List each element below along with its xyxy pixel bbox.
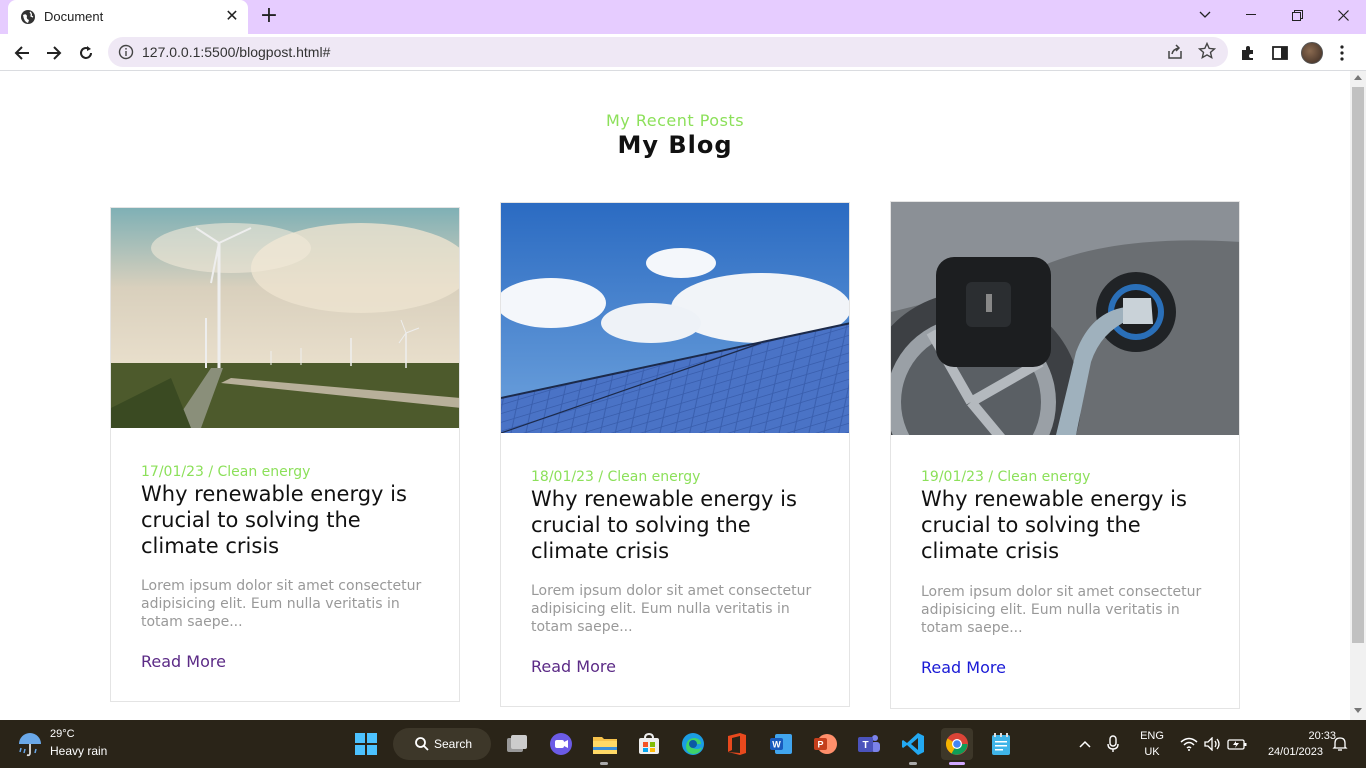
- active-app-indicator: [949, 762, 965, 765]
- notepad-icon[interactable]: [985, 728, 1017, 760]
- minimize-button[interactable]: [1228, 0, 1274, 30]
- bookmark-star-icon[interactable]: [1198, 42, 1216, 60]
- address-bar[interactable]: 127.0.0.1:5500/blogpost.html#: [108, 37, 1228, 67]
- forward-button[interactable]: [41, 40, 67, 66]
- post-excerpt: Lorem ipsum dolor sit amet consectetur a…: [921, 584, 1202, 636]
- share-icon[interactable]: [1166, 43, 1184, 61]
- svg-text:W: W: [772, 740, 781, 750]
- post-title[interactable]: Why renewable energy is crucial to solvi…: [531, 486, 821, 564]
- tab-search-chevron-icon[interactable]: [1182, 0, 1228, 30]
- read-more-link[interactable]: Read More: [921, 658, 1006, 677]
- read-more-link[interactable]: Read More: [531, 657, 616, 676]
- chrome-icon[interactable]: [941, 728, 973, 760]
- browser-toolbar: 127.0.0.1:5500/blogpost.html#: [0, 34, 1366, 71]
- globe-icon: [21, 10, 35, 24]
- tab-title: Document: [44, 9, 104, 24]
- scroll-down-arrow-icon[interactable]: [1354, 708, 1362, 713]
- restore-button[interactable]: [1274, 0, 1320, 30]
- office-icon[interactable]: [721, 728, 753, 760]
- vscode-icon[interactable]: [897, 728, 929, 760]
- site-info-icon[interactable]: [118, 44, 134, 60]
- edge-browser-icon[interactable]: [677, 728, 709, 760]
- windows-taskbar: 29°C Heavy rain Search W P T ENG UK 20:3…: [0, 720, 1366, 768]
- post-meta: 19/01/23 / Clean energy: [921, 469, 1091, 485]
- page-title: My Blog: [617, 131, 733, 159]
- powerpoint-icon[interactable]: P: [809, 728, 841, 760]
- microsoft-store-icon[interactable]: [633, 728, 665, 760]
- reload-button[interactable]: [73, 40, 99, 66]
- new-tab-button[interactable]: +: [258, 5, 280, 28]
- read-more-link[interactable]: Read More: [141, 652, 226, 671]
- file-explorer-icon[interactable]: [589, 728, 621, 760]
- browser-tab[interactable]: Document ✕: [8, 0, 248, 34]
- url-text[interactable]: 127.0.0.1:5500/blogpost.html#: [142, 44, 330, 60]
- post-meta: 18/01/23 / Clean energy: [531, 469, 701, 485]
- scrollbar-thumb[interactable]: [1352, 87, 1364, 643]
- running-indicator: [909, 762, 917, 765]
- blog-card: 19/01/23 / Clean energy Why renewable en…: [890, 201, 1240, 709]
- tab-strip: Document ✕ +: [0, 0, 1366, 34]
- profile-avatar[interactable]: [1301, 42, 1323, 64]
- svg-text:P: P: [817, 740, 823, 750]
- back-button[interactable]: [9, 40, 35, 66]
- page-viewport: My Recent Posts My Blog 17/01/23 / Clean…: [0, 71, 1350, 720]
- clock-date[interactable]: 24/01/2023: [1256, 746, 1323, 758]
- extensions-icon[interactable]: [1238, 43, 1258, 63]
- search-label: Search: [434, 737, 473, 751]
- close-window-button[interactable]: [1320, 0, 1366, 30]
- teams-icon[interactable]: T: [853, 728, 885, 760]
- microphone-icon[interactable]: [1100, 728, 1126, 760]
- windows-start-icon[interactable]: [350, 728, 382, 760]
- scroll-up-arrow-icon[interactable]: [1354, 75, 1362, 80]
- svg-text:T: T: [862, 740, 868, 751]
- word-icon[interactable]: W: [765, 728, 797, 760]
- section-subtitle: My Recent Posts: [605, 111, 745, 130]
- running-indicator: [600, 762, 608, 765]
- task-view-icon[interactable]: [501, 728, 533, 760]
- blog-card: 17/01/23 / Clean energy Why renewable en…: [110, 207, 460, 702]
- post-title[interactable]: Why renewable energy is crucial to solvi…: [921, 486, 1211, 564]
- teams-chat-icon[interactable]: [545, 728, 577, 760]
- blog-card: 18/01/23 / Clean energy Why renewable en…: [500, 202, 850, 707]
- post-meta: 17/01/23 / Clean energy: [141, 464, 311, 480]
- post-excerpt: Lorem ipsum dolor sit amet consectetur a…: [141, 578, 422, 630]
- battery-icon[interactable]: [1224, 728, 1250, 760]
- wifi-icon[interactable]: [1176, 728, 1202, 760]
- page-scrollbar[interactable]: [1350, 71, 1366, 720]
- post-title[interactable]: Why renewable energy is crucial to solvi…: [141, 481, 431, 559]
- volume-icon[interactable]: [1200, 728, 1226, 760]
- keyboard-layout-indicator[interactable]: UK: [1132, 746, 1172, 758]
- rain-umbrella-icon[interactable]: [16, 730, 44, 758]
- browser-menu-icon[interactable]: [1332, 43, 1352, 63]
- weather-description[interactable]: Heavy rain: [50, 744, 107, 758]
- notifications-bell-icon[interactable]: [1326, 728, 1354, 760]
- tab-close-icon[interactable]: ✕: [224, 8, 240, 24]
- search-icon: [415, 737, 429, 751]
- show-hidden-icons-chevron-icon[interactable]: [1070, 728, 1100, 760]
- taskbar-search[interactable]: Search: [393, 728, 491, 760]
- clock-time[interactable]: 20:33: [1256, 730, 1336, 742]
- post-excerpt: Lorem ipsum dolor sit amet consectetur a…: [531, 583, 812, 635]
- side-panel-icon[interactable]: [1270, 43, 1290, 63]
- language-indicator[interactable]: ENG: [1132, 730, 1172, 742]
- ev-charging-image: [891, 202, 1239, 435]
- wind-turbines-image: [111, 208, 459, 428]
- weather-temperature[interactable]: 29°C: [50, 728, 75, 740]
- solar-panel-image: [501, 203, 849, 433]
